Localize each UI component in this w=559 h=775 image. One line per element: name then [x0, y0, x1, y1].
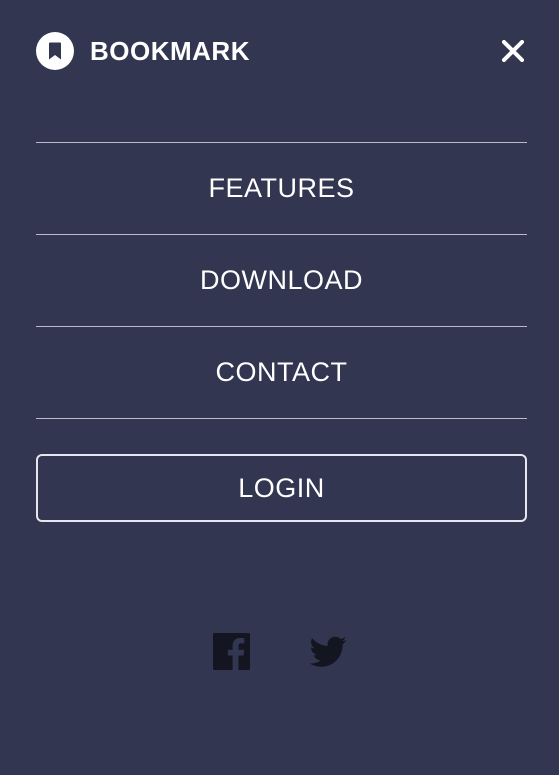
twitter-link[interactable] — [309, 633, 347, 670]
social-links — [0, 633, 559, 670]
brand-name: BOOKMARK — [90, 35, 250, 66]
twitter-icon — [309, 636, 346, 667]
close-icon — [502, 40, 524, 62]
facebook-link[interactable] — [212, 633, 250, 670]
mobile-nav: FEATURES DOWNLOAD CONTACT — [36, 142, 527, 419]
login-button[interactable]: LOGIN — [36, 454, 527, 522]
brand-logo[interactable]: BOOKMARK — [36, 32, 250, 70]
menu-header: BOOKMARK — [36, 30, 524, 72]
close-button[interactable] — [493, 31, 533, 71]
nav-item-features[interactable]: FEATURES — [36, 143, 527, 235]
nav-item-contact[interactable]: CONTACT — [36, 327, 527, 419]
bookmark-icon — [36, 32, 74, 70]
nav-item-download[interactable]: DOWNLOAD — [36, 235, 527, 327]
facebook-icon — [212, 633, 250, 670]
